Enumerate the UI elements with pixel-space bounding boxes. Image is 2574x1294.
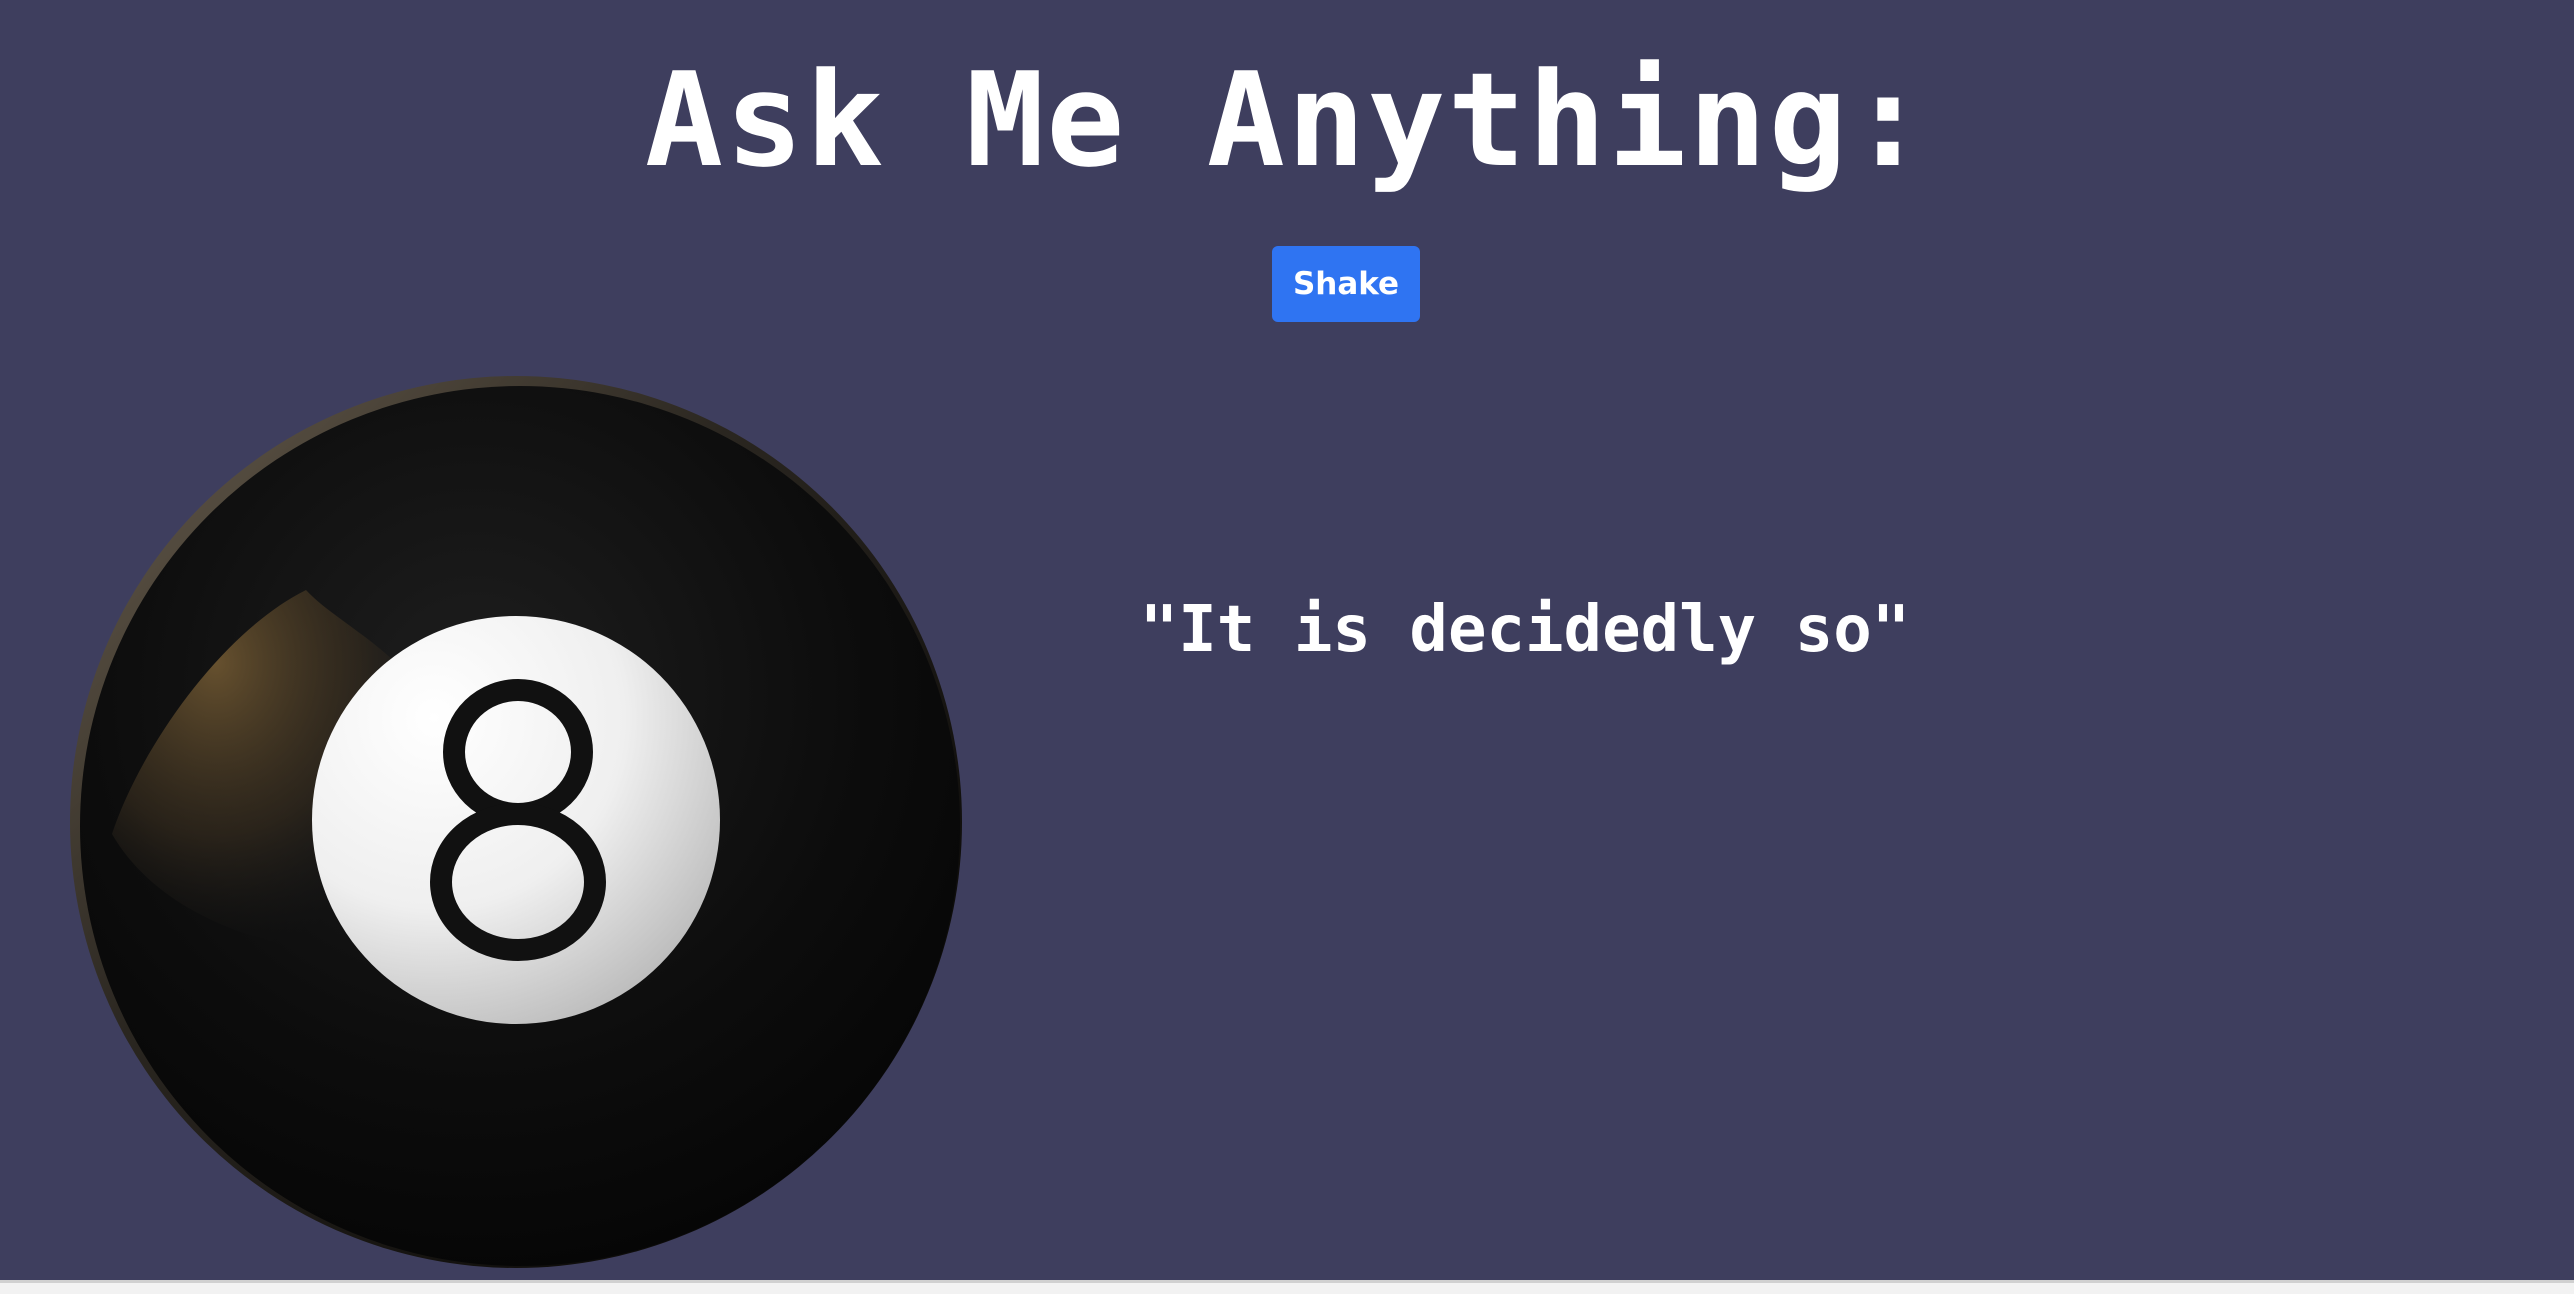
magic-8-ball-icon (70, 376, 962, 1268)
page-title: Ask Me Anything: (644, 44, 1930, 196)
bottom-edge (0, 1280, 2574, 1294)
magic-8-ball (68, 374, 964, 1270)
page-background: Ask Me Anything: Shake "It is decidedly … (0, 0, 2574, 1280)
answer-text: "It is decidedly so" (1139, 593, 1911, 667)
shake-button[interactable]: Shake (1272, 246, 1420, 322)
